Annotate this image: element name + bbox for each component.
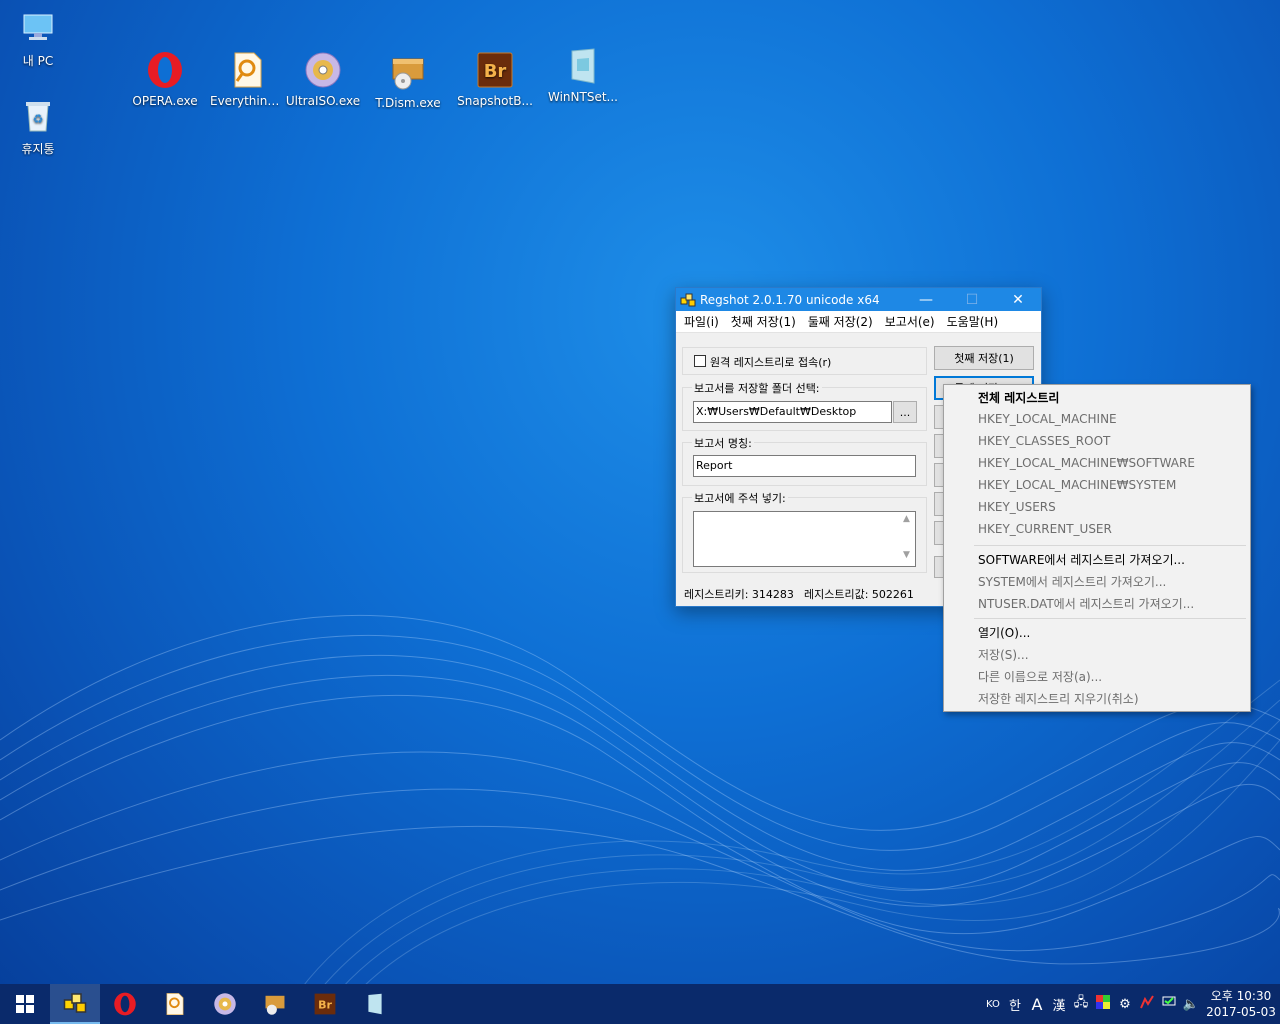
chart-tool-icon[interactable] <box>1136 995 1158 1013</box>
taskbar-ultraiso[interactable] <box>200 984 250 1024</box>
svg-text:Br: Br <box>484 61 507 82</box>
menu-second-save[interactable]: 둘째 저장(2) <box>802 313 879 330</box>
menu-item-open[interactable]: 열기(O)... <box>978 624 1030 641</box>
scroll-down-icon: ▼ <box>903 550 910 560</box>
desktop-icon-winntsetup[interactable]: WinNTSet... <box>545 46 621 104</box>
menu-item-hku: HKEY_USERS <box>978 500 1056 514</box>
browse-button[interactable]: ... <box>893 401 917 423</box>
bridge-br-icon: Br <box>475 50 515 90</box>
close-button[interactable]: ✕ <box>995 288 1041 311</box>
everything-search-icon <box>166 993 184 1015</box>
regshot-app-icon <box>680 293 696 306</box>
color-palette-icon[interactable] <box>1092 995 1114 1013</box>
first-save-button[interactable]: 첫째 저장(1) <box>934 346 1034 370</box>
ime-hanja-icon[interactable]: 漢 <box>1048 995 1070 1014</box>
clock-time: 오후 10:30 <box>1210 989 1272 1003</box>
bridge-br-icon: Br <box>314 993 336 1015</box>
registry-key-count: 레지스트리키: 314283 <box>684 588 794 601</box>
remote-registry-checkbox[interactable] <box>694 355 706 367</box>
report-name-label: 보고서 명칭: <box>692 435 754 451</box>
menu-item-hkcr: HKEY_CLASSES_ROOT <box>978 434 1111 448</box>
menu-item-import-software[interactable]: SOFTWARE에서 레지스트리 가져오기... <box>978 551 1185 568</box>
taskbar-everything[interactable] <box>150 984 200 1024</box>
menu-item-hklm-software: HKEY_LOCAL_MACHINE₩SOFTWARE <box>978 456 1195 470</box>
computer-icon <box>18 8 58 48</box>
minimize-button[interactable]: — <box>903 288 949 311</box>
menu-item-import-system: SYSTEM에서 레지스트리 가져오기... <box>978 575 1167 589</box>
menu-help[interactable]: 도움말(H) <box>941 313 1005 330</box>
folder-path-input[interactable]: X:₩Users₩Default₩Desktop <box>693 401 892 423</box>
settings-tool-icon[interactable]: ⚙ <box>1114 997 1136 1012</box>
comment-scrollbar[interactable]: ▲ ▼ <box>898 512 915 566</box>
monitor-check-icon[interactable] <box>1158 995 1180 1013</box>
svg-text:♻: ♻ <box>33 112 44 126</box>
clock[interactable]: 오후 10:30 2017-05-03 <box>1202 988 1280 1020</box>
clock-date: 2017-05-03 <box>1206 1005 1276 1019</box>
svg-text:Br: Br <box>318 998 332 1011</box>
system-tray: KO 한 A 漢 🖧 ⚙ 🔈 오후 10:30 2017-05-03 <box>982 984 1280 1024</box>
menu-first-save[interactable]: 첫째 저장(1) <box>725 313 802 330</box>
remote-registry-label: 원격 레지스트리로 접속(r) <box>710 356 832 369</box>
ime-alpha-icon[interactable]: A <box>1026 995 1048 1014</box>
menu-item-hklm: HKEY_LOCAL_MACHINE <box>978 412 1117 426</box>
desktop-icon-snapshot[interactable]: Br SnapshotB... <box>457 50 533 108</box>
menu-item-hklm-system: HKEY_LOCAL_MACHINE₩SYSTEM <box>978 478 1177 492</box>
opera-icon <box>114 992 136 1016</box>
menu-item-import-ntuser: NTUSER.DAT에서 레지스트리 가져오기... <box>978 597 1195 611</box>
desktop-icon-opera[interactable]: OPERA.exe <box>127 50 203 108</box>
language-indicator[interactable]: KO <box>982 999 1004 1010</box>
desktop-icon-everything[interactable]: Everything.... <box>210 50 286 108</box>
package-disc-icon <box>265 995 285 1015</box>
taskbar-tdism[interactable] <box>250 984 300 1024</box>
windows-logo-icon <box>16 995 34 1013</box>
report-name-input[interactable]: Report <box>693 455 916 477</box>
menu-file[interactable]: 파일(i) <box>678 313 725 330</box>
desktop-icon-recycle-bin[interactable]: ♻ 휴지통 <box>0 96 76 157</box>
registry-value-count: 레지스트리값: 502261 <box>804 588 914 601</box>
menu-item-save-as: 다른 이름으로 저장(a)... <box>978 670 1103 684</box>
menu-item-full-registry[interactable]: 전체 레지스트리 <box>978 389 1059 406</box>
everything-search-icon <box>228 50 268 90</box>
desktop-icon-this-pc[interactable]: 내 PC <box>0 8 76 69</box>
taskbar-regshot[interactable] <box>50 984 100 1024</box>
scroll-up-icon: ▲ <box>903 514 910 524</box>
windows-setup-icon <box>563 46 603 86</box>
menu-bar: 파일(i) 첫째 저장(1) 둘째 저장(2) 보고서(e) 도움말(H) <box>676 311 1041 333</box>
opera-icon <box>145 50 185 90</box>
menu-item-clear-saved: 저장한 레지스트리 지우기(취소) <box>978 692 1139 706</box>
folder-label: 보고서를 저장할 폴더 선택: <box>692 380 822 396</box>
regshot-icon <box>63 993 87 1013</box>
taskbar-winntsetup[interactable] <box>350 984 400 1024</box>
start-button[interactable] <box>0 984 50 1024</box>
menu-item-save: 저장(S)... <box>978 648 1029 662</box>
window-title: Regshot 2.0.1.70 unicode x64 <box>700 292 880 307</box>
maximize-button: ☐ <box>965 291 979 308</box>
menu-item-hkcu: HKEY_CURRENT_USER <box>978 522 1112 536</box>
desktop-icon-tdism[interactable]: T.Dism.exe <box>370 52 446 110</box>
menu-report[interactable]: 보고서(e) <box>879 313 941 330</box>
recycle-bin-icon: ♻ <box>18 96 58 136</box>
taskbar-snapshot[interactable]: Br <box>300 984 350 1024</box>
package-disc-icon <box>388 52 428 92</box>
taskbar-opera[interactable] <box>100 984 150 1024</box>
comment-label: 보고서에 주석 넣기: <box>692 490 788 506</box>
menu-separator <box>974 545 1246 546</box>
disc-icon <box>214 993 236 1015</box>
volume-icon[interactable]: 🔈 <box>1180 997 1202 1012</box>
comment-textarea[interactable] <box>693 511 916 567</box>
title-bar[interactable]: Regshot 2.0.1.70 unicode x64 — ☐ ✕ <box>676 288 1041 311</box>
taskbar: Br KO 한 A 漢 🖧 ⚙ 🔈 오후 10:30 2017-05-03 <box>0 984 1280 1024</box>
disc-icon <box>303 50 343 90</box>
desktop-icon-ultraiso[interactable]: UltraISO.exe <box>285 50 361 108</box>
ime-hangul-icon[interactable]: 한 <box>1004 995 1026 1014</box>
second-save-context-menu: 전체 레지스트리 HKEY_LOCAL_MACHINE HKEY_CLASSES… <box>943 384 1251 712</box>
network-icon[interactable]: 🖧 <box>1070 993 1092 1015</box>
menu-separator <box>974 618 1246 619</box>
windows-setup-icon <box>368 993 382 1015</box>
